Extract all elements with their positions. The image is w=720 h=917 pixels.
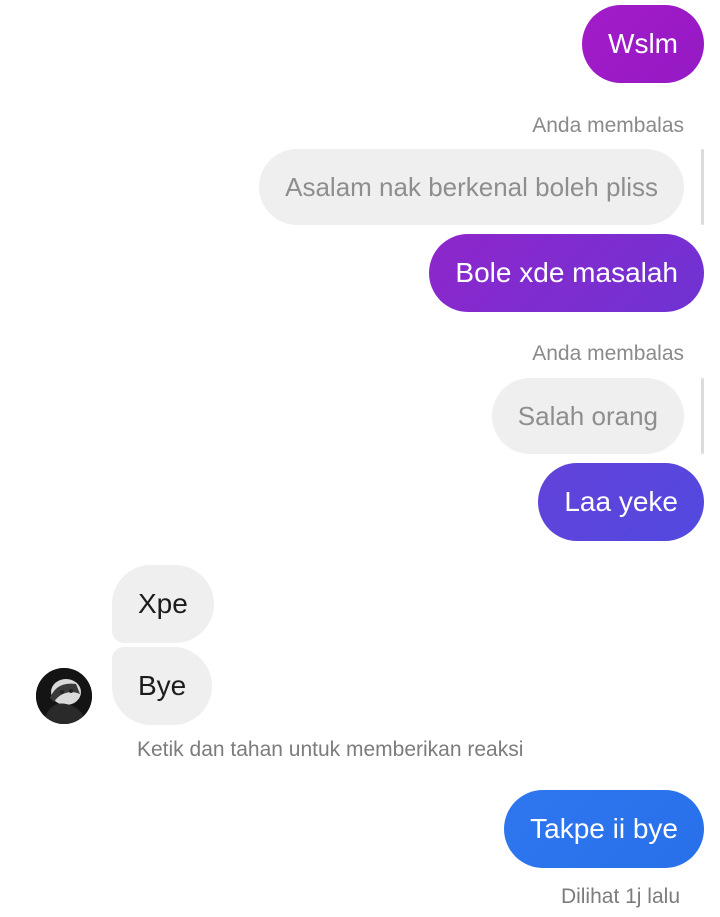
outgoing-message-takpe[interactable]: Takpe ii bye — [504, 790, 704, 868]
reaction-hint: Ketik dan tahan untuk memberikan reaksi — [137, 738, 524, 761]
reply-label: Anda membalas — [532, 114, 684, 137]
quoted-message[interactable]: Asalam nak berkenal boleh pliss — [259, 149, 684, 225]
outgoing-message-wslm[interactable]: Wslm — [582, 5, 704, 83]
contact-avatar[interactable] — [36, 668, 92, 724]
quote-bar — [701, 149, 704, 225]
reply-label: Anda membalas — [532, 342, 684, 365]
outgoing-message-bole[interactable]: Bole xde masalah — [429, 234, 704, 312]
quoted-message[interactable]: Salah orang — [491, 378, 684, 454]
incoming-message-bye[interactable]: Bye — [112, 647, 213, 725]
quote-bar — [701, 378, 704, 454]
seen-status: Dilihat 1j lalu — [560, 885, 680, 908]
avatar-photo-icon — [36, 668, 92, 724]
outgoing-message-laa-yeke[interactable]: Laa yeke — [538, 463, 704, 541]
incoming-message-xpe[interactable]: Xpe — [112, 565, 214, 643]
